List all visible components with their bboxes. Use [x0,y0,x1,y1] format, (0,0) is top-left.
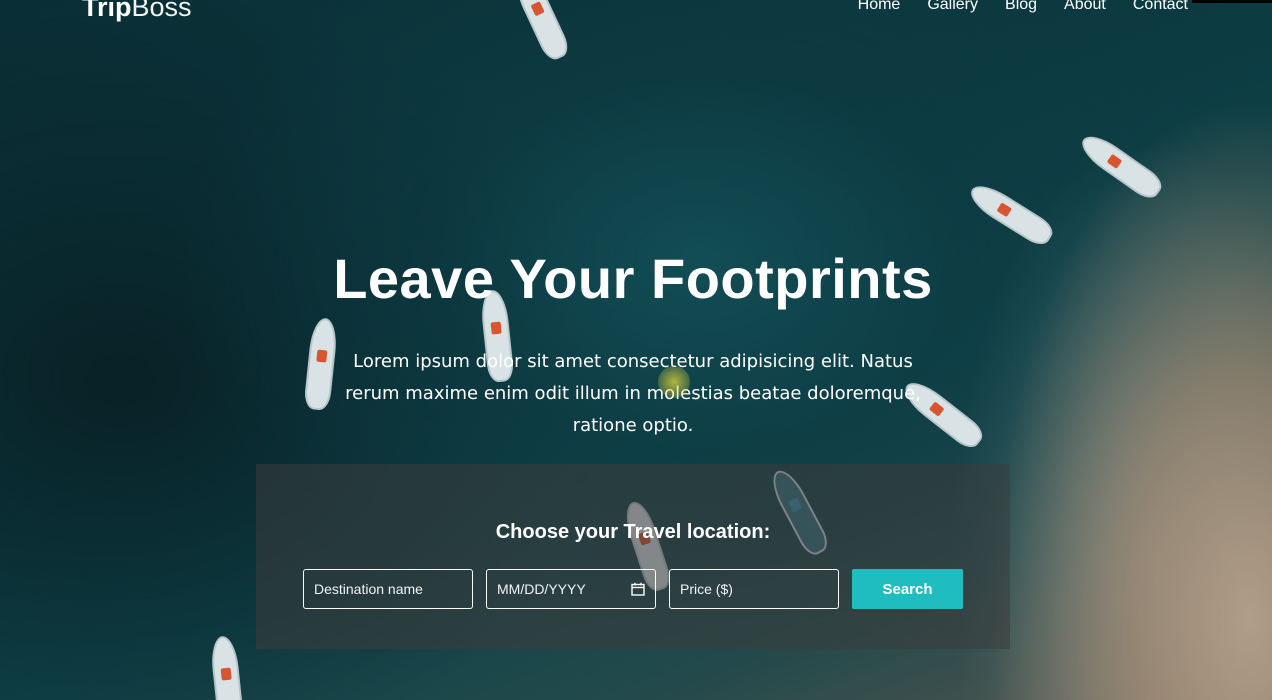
hero-description: Lorem ipsum dolor sit amet consectetur a… [345,351,921,436]
boat-image [209,634,245,700]
date-input[interactable]: MM/DD/YYYY [486,569,656,609]
price-input[interactable] [669,569,839,609]
logo-bold-text: Trip [82,0,132,22]
nav-item-blog[interactable]: Blog [1005,0,1037,14]
boat-image [965,178,1057,250]
date-placeholder: MM/DD/YYYY [497,581,586,597]
logo-light-text: Boss [131,0,192,22]
nav-item-contact[interactable]: Contact [1133,0,1188,14]
search-panel: Choose your Travel location: MM/DD/YYYY … [256,464,1010,649]
hero-title: Leave Your Footprints [333,247,933,310]
main-nav: Home Gallery Blog About Contact [858,0,1188,14]
nav-item-about[interactable]: About [1064,0,1106,14]
boat-image [509,0,573,64]
top-strip [1192,0,1272,3]
boat-image [303,316,339,412]
destination-input[interactable] [303,569,473,609]
search-button[interactable]: Search [852,569,963,609]
nav-item-gallery[interactable]: Gallery [927,0,978,14]
calendar-icon[interactable] [631,582,645,596]
nav-item-home[interactable]: Home [858,0,901,14]
boat-image [1075,128,1167,204]
search-panel-title: Choose your Travel location: [495,521,771,543]
site-logo[interactable]: TripBoss [82,0,192,23]
